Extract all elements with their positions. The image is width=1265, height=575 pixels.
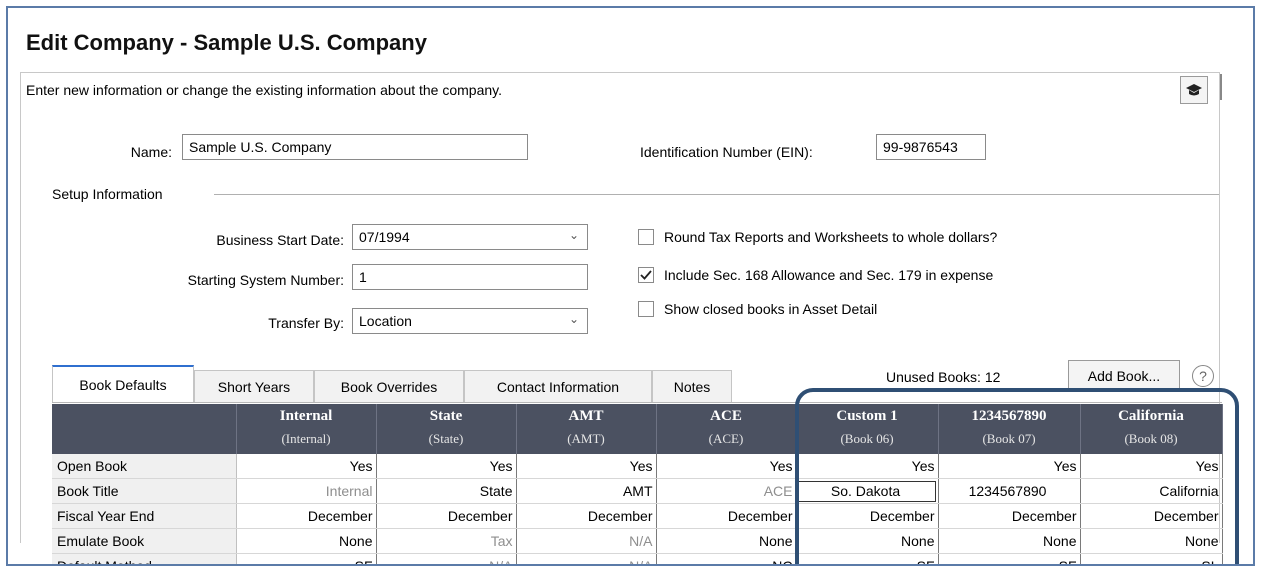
transfer-by-value: Location xyxy=(359,313,412,329)
column-header-state[interactable]: State (State) xyxy=(376,404,517,454)
row-label: Emulate Book xyxy=(52,528,237,554)
row-label: Open Book xyxy=(52,454,237,479)
table-row-default-method: Default Method SF N/A N/A NC SF SF SL xyxy=(52,553,1223,564)
table-cell[interactable]: SF xyxy=(938,553,1081,564)
table-cell[interactable]: December xyxy=(516,503,657,529)
chevron-down-icon: ⌄ xyxy=(568,228,579,242)
table-cell[interactable]: Internal xyxy=(236,478,377,504)
table-cell[interactable]: Yes xyxy=(516,454,657,479)
name-input[interactable]: Sample U.S. Company xyxy=(182,134,528,160)
graduation-cap-icon xyxy=(1186,84,1202,96)
table-cell[interactable]: 1234567890 xyxy=(938,478,1081,504)
business-start-date-label: Business Start Date: xyxy=(216,232,344,248)
setup-section-label: Setup Information xyxy=(52,186,163,202)
table-cell[interactable]: Yes xyxy=(376,454,517,479)
tab-notes[interactable]: Notes xyxy=(652,370,732,402)
table-row-book-title: Book Title Internal State AMT ACE So. Da… xyxy=(52,478,1223,504)
page-title: Edit Company - Sample U.S. Company xyxy=(26,30,427,55)
book-defaults-grid: Internal (Internal) State (State) AMT (AMT)… xyxy=(52,404,1223,564)
table-cell[interactable]: December xyxy=(376,503,517,529)
add-book-button[interactable]: Add Book... xyxy=(1068,360,1180,392)
column-header-amt[interactable]: AMT (AMT) xyxy=(516,404,657,454)
table-cell[interactable]: Yes xyxy=(656,454,797,479)
row-label: Default Method xyxy=(52,553,237,564)
table-cell[interactable]: None xyxy=(938,528,1081,554)
round-tax-checkbox[interactable] xyxy=(638,229,654,245)
unused-books-count: Unused Books: 12 xyxy=(886,369,1001,385)
column-header-1234567890[interactable]: 1234567890 (Book 07) xyxy=(938,404,1081,454)
row-label: Fiscal Year End xyxy=(52,503,237,529)
table-cell[interactable]: Yes xyxy=(938,454,1081,479)
table-cell[interactable]: SF xyxy=(236,553,377,564)
business-start-date-value: 07/1994 xyxy=(359,229,410,245)
table-cell[interactable]: December xyxy=(236,503,377,529)
table-cell[interactable]: State xyxy=(376,478,517,504)
table-cell[interactable]: ACE xyxy=(656,478,797,504)
name-label: Name: xyxy=(130,144,172,160)
table-cell[interactable]: None xyxy=(1080,528,1223,554)
table-row-open-book: Open Book Yes Yes Yes Yes Yes Yes Yes xyxy=(52,454,1223,479)
table-row-fiscal-year-end: Fiscal Year End December December Decemb… xyxy=(52,503,1223,529)
table-cell[interactable]: SF xyxy=(796,553,939,564)
business-start-date-dropdown[interactable]: 07/1994 ⌄ xyxy=(352,224,588,250)
show-closed-books-label: Show closed books in Asset Detail xyxy=(664,301,878,317)
description-text: Enter new information or change the exis… xyxy=(26,82,503,98)
chevron-down-icon: ⌄ xyxy=(568,312,579,326)
table-cell[interactable]: Yes xyxy=(236,454,377,479)
table-cell[interactable]: California xyxy=(1080,478,1223,504)
row-label: Book Title xyxy=(52,478,237,504)
transfer-by-dropdown[interactable]: Location ⌄ xyxy=(352,308,588,334)
toolbar-separator xyxy=(1220,74,1222,100)
table-cell[interactable]: December xyxy=(938,503,1081,529)
transfer-by-label: Transfer By: xyxy=(268,315,344,331)
grid-corner xyxy=(52,404,237,454)
grid-header-row: Internal (Internal) State (State) AMT (AMT)… xyxy=(52,404,1223,454)
show-closed-books-checkbox[interactable] xyxy=(638,301,654,317)
table-cell[interactable]: December xyxy=(656,503,797,529)
ein-label: Identification Number (EIN): xyxy=(640,144,813,160)
table-cell[interactable]: NC xyxy=(656,553,797,564)
table-cell[interactable]: None xyxy=(236,528,377,554)
help-question-icon[interactable]: ? xyxy=(1192,365,1214,387)
table-cell-selected[interactable]: So. Dakota xyxy=(796,478,939,504)
starting-system-number-input[interactable]: 1 xyxy=(352,264,588,290)
checkmark-icon xyxy=(640,270,652,280)
column-header-internal[interactable]: Internal (Internal) xyxy=(236,404,377,454)
table-cell[interactable]: AMT xyxy=(516,478,657,504)
help-button[interactable] xyxy=(1180,76,1208,104)
table-cell[interactable]: Tax xyxy=(376,528,517,554)
table-cell[interactable]: N/A xyxy=(376,553,517,564)
table-cell[interactable]: December xyxy=(796,503,939,529)
table-cell[interactable]: None xyxy=(796,528,939,554)
table-cell[interactable]: N/A xyxy=(516,553,657,564)
tab-contact-information[interactable]: Contact Information xyxy=(464,370,652,402)
table-cell[interactable]: N/A xyxy=(516,528,657,554)
table-row-emulate-book: Emulate Book None Tax N/A None None None… xyxy=(52,528,1223,554)
include-sec168-checkbox[interactable] xyxy=(638,267,654,283)
starting-system-number-label: Starting System Number: xyxy=(187,272,344,288)
table-cell[interactable]: Yes xyxy=(1080,454,1223,479)
ein-input[interactable]: 99-9876543 xyxy=(876,134,986,160)
tab-book-defaults[interactable]: Book Defaults xyxy=(52,365,194,403)
column-header-california[interactable]: California (Book 08) xyxy=(1080,404,1223,454)
tab-book-overrides[interactable]: Book Overrides xyxy=(314,370,464,402)
table-cell[interactable]: December xyxy=(1080,503,1223,529)
include-sec168-label: Include Sec. 168 Allowance and Sec. 179 … xyxy=(664,267,994,283)
round-tax-label: Round Tax Reports and Worksheets to whol… xyxy=(664,229,998,245)
column-header-ace[interactable]: ACE (ACE) xyxy=(656,404,797,454)
column-header-custom-1[interactable]: Custom 1 (Book 06) xyxy=(796,404,939,454)
tab-short-years[interactable]: Short Years xyxy=(194,370,314,402)
table-cell[interactable]: None xyxy=(656,528,797,554)
section-divider xyxy=(214,194,1219,195)
tab-strip-line xyxy=(52,402,1222,403)
edit-company-window: Edit Company - Sample U.S. Company Enter… xyxy=(6,6,1255,566)
table-cell[interactable]: Yes xyxy=(796,454,939,479)
table-cell[interactable]: SL xyxy=(1080,553,1223,564)
